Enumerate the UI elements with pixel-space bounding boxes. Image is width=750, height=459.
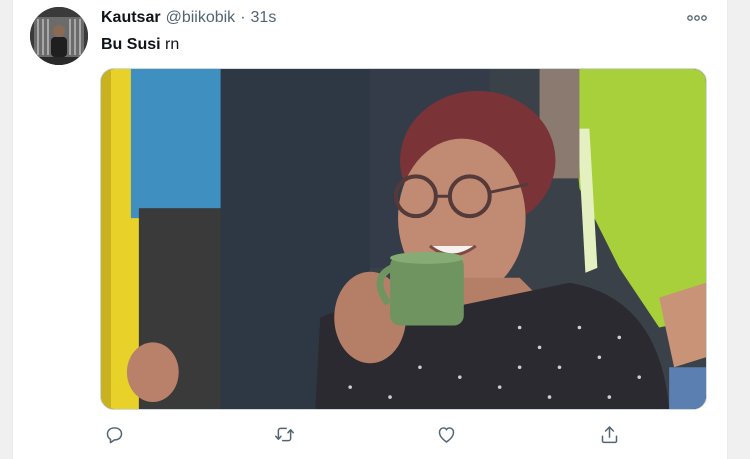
tweet-text-rest: rn (160, 36, 180, 53)
share-icon (601, 425, 617, 443)
separator-dot: · (240, 9, 246, 26)
timestamp[interactable]: 31s (251, 9, 277, 27)
tweet-header: Kautsar @biikobik · 31s (101, 9, 276, 29)
reply-button[interactable] (101, 421, 127, 447)
tweet-text: Bu Susi rn (101, 36, 179, 54)
user-handle[interactable]: @biikobik (166, 9, 236, 27)
share-button[interactable] (596, 421, 622, 447)
photo-woman-drinking (101, 69, 706, 409)
reply-icon (106, 426, 122, 443)
avatar[interactable] (30, 7, 88, 65)
retweet-icon (274, 427, 294, 441)
tweet-actions (101, 421, 621, 447)
like-button[interactable] (433, 421, 459, 447)
heart-icon (438, 426, 454, 443)
more-horizontal-icon[interactable] (686, 10, 708, 26)
retweet-button[interactable] (271, 421, 297, 447)
avatar-image (30, 7, 88, 65)
tweet-card[interactable]: Kautsar @biikobik · 31s Bu Susi rn (12, 0, 728, 459)
tweet-photo[interactable] (100, 68, 707, 410)
tweet-text-bold: Bu Susi (101, 36, 161, 53)
display-name[interactable]: Kautsar (101, 9, 161, 27)
